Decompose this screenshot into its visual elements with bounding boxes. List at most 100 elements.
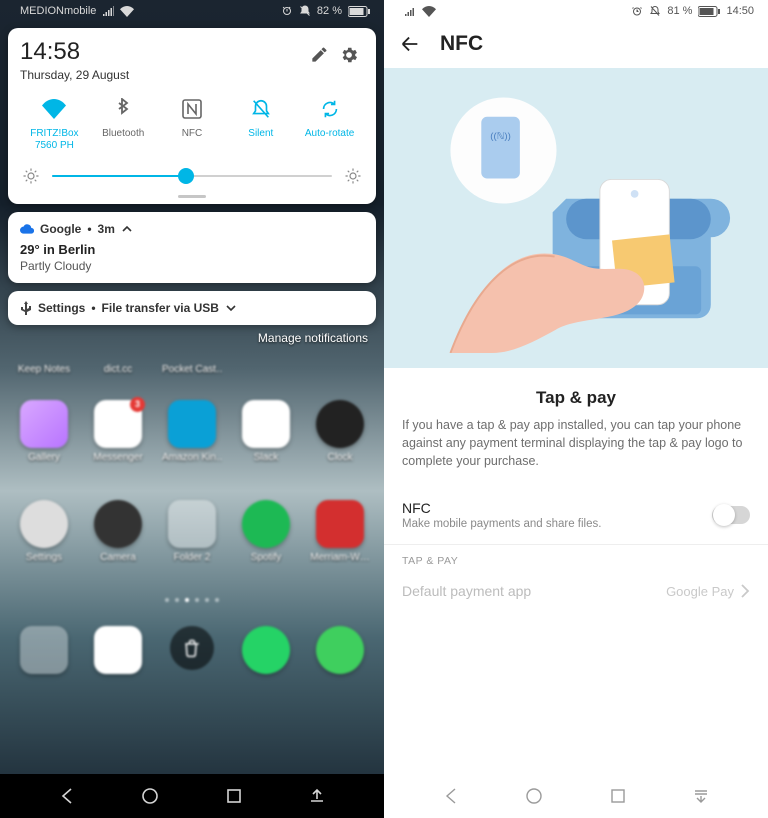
- dock-google-folder[interactable]: [14, 626, 74, 706]
- notification-usb[interactable]: Settings • File transfer via USB: [8, 291, 376, 325]
- battery-icon: [348, 6, 370, 17]
- chevron-down-icon[interactable]: [225, 302, 237, 314]
- autorotate-tile[interactable]: Auto-rotate: [295, 96, 364, 151]
- section-body: If you have a tap & pay app installed, y…: [384, 408, 768, 486]
- app-slack[interactable]: Slack: [236, 400, 296, 480]
- app-merriam[interactable]: Merriam-W…: [310, 500, 370, 580]
- nav-bar: [384, 774, 768, 818]
- app-gallery[interactable]: Gallery: [14, 400, 74, 480]
- wifi-tile[interactable]: FRITZ!Box 7560 PH: [20, 96, 89, 151]
- nav-home-button[interactable]: [133, 779, 167, 813]
- tap-and-pay-illustration: ((ℕ)): [384, 68, 768, 368]
- app-amazon-kindle[interactable]: Amazon Kin…: [162, 400, 222, 480]
- mute-icon: [649, 5, 661, 17]
- app-label: Keep Notes: [14, 364, 74, 375]
- nfc-toggle-row[interactable]: NFC Make mobile payments and share files…: [384, 486, 768, 544]
- brightness-low-icon: [20, 165, 42, 187]
- app-label: Spotify: [236, 552, 296, 563]
- app-clock[interactable]: Clock: [310, 400, 370, 480]
- folder-2[interactable]: Folder 2: [162, 500, 222, 580]
- row-title: Default payment app: [402, 583, 666, 599]
- phone-right-screenshot: 81 % 14:50 NFC ((ℕ)) Tap & pay If: [384, 0, 768, 818]
- notif-app-label: Google: [40, 222, 81, 236]
- alarm-icon: [281, 5, 293, 17]
- app-label: Messenger: [88, 452, 148, 463]
- chevron-up-icon[interactable]: [121, 223, 133, 235]
- wifi-icon: [422, 6, 436, 17]
- wifi-icon: [20, 96, 89, 122]
- signal-icon: [102, 6, 114, 16]
- drag-handle-icon[interactable]: [178, 195, 206, 198]
- quick-settings-panel: 14:58 Thursday, 29 August FRITZ!Box 7560…: [8, 28, 376, 204]
- default-payment-app-row: Default payment app Google Pay: [384, 569, 768, 613]
- mute-icon: [226, 96, 295, 122]
- dock-whatsapp[interactable]: [236, 626, 296, 706]
- nav-bar: [0, 774, 384, 818]
- nav-back-button[interactable]: [50, 779, 84, 813]
- app-label: Clock: [310, 452, 370, 463]
- clock-readout: 14:58: [20, 40, 129, 64]
- app-label: Amazon Kin…: [162, 452, 222, 463]
- dock-phone[interactable]: [310, 626, 370, 706]
- edit-tiles-button[interactable]: [304, 40, 334, 70]
- back-button[interactable]: [398, 32, 422, 56]
- app-label: Settings: [14, 552, 74, 563]
- mute-icon: [299, 5, 311, 17]
- nav-shade-button[interactable]: [684, 779, 718, 813]
- dock-play-store[interactable]: [88, 626, 148, 706]
- chevron-right-icon: [740, 584, 750, 598]
- silent-tile[interactable]: Silent: [226, 96, 295, 151]
- usb-icon: [20, 301, 32, 315]
- clock-label: 14:50: [726, 5, 754, 17]
- nav-recents-button[interactable]: [217, 779, 251, 813]
- notification-google-weather[interactable]: Google • 3m 29° in Berlin Partly Cloudy: [8, 212, 376, 283]
- app-label: Gallery: [14, 452, 74, 463]
- notif-title: 29° in Berlin: [20, 242, 364, 257]
- tile-label: Auto-rotate: [295, 128, 364, 140]
- bluetooth-icon: [89, 96, 158, 122]
- status-bar: 81 % 14:50: [384, 0, 768, 22]
- nfc-toggle-switch[interactable]: [712, 506, 750, 524]
- nfc-tile[interactable]: NFC: [158, 96, 227, 151]
- nav-recents-button[interactable]: [601, 779, 635, 813]
- nav-shade-button[interactable]: [300, 779, 334, 813]
- settings-button[interactable]: [334, 40, 364, 70]
- tile-label: FRITZ!Box 7560 PH: [20, 128, 89, 151]
- app-settings[interactable]: Settings: [14, 500, 74, 580]
- badge-count: 3: [130, 397, 145, 412]
- app-label: Merriam-W…: [310, 552, 370, 563]
- screen-header: NFC: [384, 22, 768, 68]
- app-label: Camera: [88, 552, 148, 563]
- nfc-icon: [158, 96, 227, 122]
- app-spotify[interactable]: Spotify: [236, 500, 296, 580]
- app-label: dict.cc: [88, 364, 148, 375]
- row-value: Google Pay: [666, 584, 734, 599]
- wifi-icon: [120, 6, 134, 17]
- manage-notifications-link[interactable]: Manage notifications: [0, 325, 384, 345]
- app-label: Slack: [236, 452, 296, 463]
- nav-home-button[interactable]: [517, 779, 551, 813]
- home-screen-behind-shade: Keep Notes dict.cc Pocket Cast… Gallery …: [0, 360, 384, 774]
- app-label: Pocket Cast…: [162, 364, 222, 375]
- carrier-label: MEDIONmobile: [20, 5, 96, 17]
- row-title: NFC: [402, 500, 712, 516]
- signal-icon: [404, 6, 416, 16]
- notif-age-label: 3m: [98, 222, 115, 236]
- notif-subtitle: Partly Cloudy: [20, 259, 364, 273]
- app-camera[interactable]: Camera: [88, 500, 148, 580]
- cloud-icon: [20, 224, 34, 234]
- row-subtitle: Make mobile payments and share files.: [402, 518, 712, 530]
- dock-trash-button[interactable]: [162, 626, 222, 706]
- brightness-slider[interactable]: [52, 175, 332, 177]
- nav-back-button[interactable]: [434, 779, 468, 813]
- battery-icon: [698, 6, 720, 17]
- battery-pct-label: 81 %: [667, 5, 692, 17]
- svg-text:((ℕ)): ((ℕ)): [491, 131, 512, 142]
- autorotate-icon: [295, 96, 364, 122]
- app-messenger[interactable]: 3 Messenger: [88, 400, 148, 480]
- tile-label: Silent: [226, 128, 295, 140]
- tile-label: Bluetooth: [89, 128, 158, 140]
- notif-inline-title: File transfer via USB: [102, 301, 219, 315]
- battery-pct-label: 82 %: [317, 5, 342, 17]
- bluetooth-tile[interactable]: Bluetooth: [89, 96, 158, 151]
